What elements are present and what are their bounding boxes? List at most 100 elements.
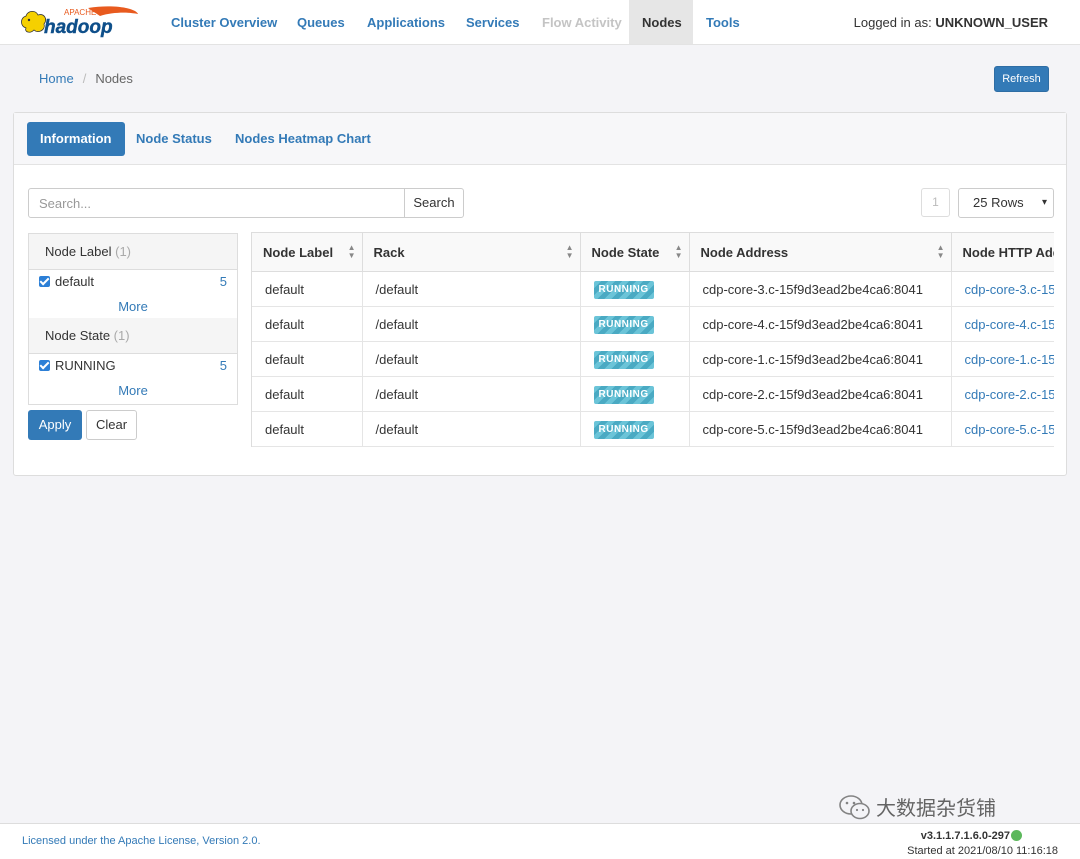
nav-services[interactable]: Services [453,0,533,44]
cell-node-http-address[interactable]: cdp-core-2.c-15f9d3ead2be4ca6:8042 [951,376,1054,412]
search-button[interactable]: Search [404,188,464,218]
tabs-bar: Information Node Status Nodes Heatmap Ch… [14,113,1066,165]
table-row: default/default RUNNING cdp-core-3.c-15f9d… [252,271,1054,307]
cell-node-address: cdp-core-1.c-15f9d3ead2be4ca6:8041 [689,341,952,377]
cell-rack: /default [362,271,581,307]
cell-node-state: RUNNING [580,271,690,307]
column-header-label: Node HTTP Address [962,244,1055,260]
table-row: default/default RUNNING cdp-core-5.c-15f9d… [252,411,1054,447]
column-header-label: Node Label [263,244,334,260]
status-badge: RUNNING [593,315,654,334]
cell-node-state: RUNNING [580,376,690,412]
rows-per-page-value: 25 Rows [973,195,1024,210]
status-badge: RUNNING [593,385,654,404]
version-label: v3.1.1.7.1.6.0-297 [920,830,1010,842]
cell-rack: /default [362,376,581,412]
facet-title: Node Label [45,244,112,259]
facet-header: Node Label (1) [29,234,237,270]
search-input[interactable] [28,188,405,218]
logo-hadoop-text: hadoop [44,17,113,38]
cell-node-http-address[interactable]: cdp-core-3.c-15f9d3ead2be4ca6:8042 [951,271,1054,307]
column-header-node-address[interactable]: Node Address ▲ ▼ [689,232,952,272]
tab-information[interactable]: Information [27,122,125,156]
status-ok-icon [1011,830,1022,841]
status-badge: RUNNING [593,280,654,299]
pagination-page-1[interactable]: 1 [921,188,950,217]
chevron-down-icon: ▾ [1041,197,1047,208]
checkbox-checked-icon[interactable] [39,276,50,287]
cell-rack: /default [362,306,581,342]
apply-button[interactable]: Apply [28,410,82,440]
cell-node-label: default [252,411,363,447]
cell-node-http-address[interactable]: cdp-core-1.c-15f9d3ead2be4ca6:8042 [951,341,1054,377]
breadcrumb-home[interactable]: Home [39,71,74,86]
tab-node-status[interactable]: Node Status [123,122,225,156]
column-header-node-http-address[interactable]: Node HTTP Address [951,232,1055,272]
facet-count: (1) [113,328,130,343]
table-row: default/default RUNNING cdp-core-2.c-15f9d… [252,376,1054,412]
logged-in-label: Logged in as: [853,15,932,30]
breadcrumb: Home / Nodes [39,71,133,86]
facet-more-link[interactable]: More [29,378,237,404]
nav-nodes[interactable]: Nodes [629,0,693,44]
nodes-panel: Information Node Status Nodes Heatmap Ch… [13,112,1067,476]
hadoop-logo[interactable]: APACHE hadoop [18,6,142,40]
nav-queues[interactable]: Queues [284,0,358,44]
breadcrumb-current: Nodes [95,71,133,86]
facet-option-running[interactable]: RUNNING 5 [29,354,237,378]
facet-option-label: RUNNING [55,358,116,373]
sort-icon[interactable]: ▲ ▼ [675,244,683,260]
column-header-label: Node State [591,244,660,260]
facet-header: Node State (1) [29,318,237,354]
refresh-button[interactable]: Refresh [994,66,1049,92]
logged-in-status: Logged in as: UNKNOWN_USER [854,0,1048,45]
cell-node-address: cdp-core-3.c-15f9d3ead2be4ca6:8041 [689,271,952,307]
tab-nodes-heatmap-chart[interactable]: Nodes Heatmap Chart [222,122,384,156]
facet-option-label: default [55,274,95,289]
checkbox-checked-icon[interactable] [39,360,50,371]
rows-per-page-select[interactable]: 25 Rows ▾ [958,188,1054,218]
cell-rack: /default [362,341,581,377]
cell-node-label: default [252,306,363,342]
facet-option-count: 5 [219,358,227,373]
facet-count: (1) [115,244,132,259]
clear-button[interactable]: Clear [86,410,137,440]
column-header-node-label[interactable]: Node Label ▲ ▼ [252,232,363,272]
table-header-row: Node Label ▲ ▼ Rack ▲ ▼ Node State ▲ ▼ Node Ad… [252,232,1055,272]
column-header-label: Rack [373,244,405,260]
facet-more-link[interactable]: More [29,294,237,320]
status-badge: RUNNING [593,420,654,439]
cell-node-state: RUNNING [580,306,690,342]
watermark: 大数据杂货铺 [838,792,996,822]
watermark-text: 大数据杂货铺 [876,798,996,820]
facet-title: Node State [45,328,111,343]
nav-tools[interactable]: Tools [693,0,753,44]
facet-node-state: Node State (1) RUNNING 5 More [28,318,238,405]
sort-icon[interactable]: ▲ ▼ [348,244,356,260]
cell-node-http-address[interactable]: cdp-core-4.c-15f9d3ead2be4ca6:8042 [951,306,1054,342]
cell-node-address: cdp-core-5.c-15f9d3ead2be4ca6:8041 [689,411,952,447]
column-header-node-state[interactable]: Node State ▲ ▼ [580,232,690,272]
cell-node-address: cdp-core-2.c-15f9d3ead2be4ca6:8041 [689,376,952,412]
nodes-table-container[interactable]: Node Label ▲ ▼ Rack ▲ ▼ Node State ▲ ▼ Node Ad… [251,232,1054,447]
column-header-label: Node Address [700,244,789,260]
started-at-label: Started at 2021/08/10 11:16:18 [907,845,1058,857]
facet-option-default[interactable]: default 5 [29,270,237,294]
facet-option-count: 5 [219,274,227,289]
breadcrumb-separator: / [82,71,87,86]
logged-in-user: UNKNOWN_USER [935,15,1048,30]
column-header-rack[interactable]: Rack ▲ ▼ [362,232,581,272]
facet-node-label: Node Label (1) default 5 More [28,233,238,321]
cell-node-label: default [252,341,363,377]
table-row: default/default RUNNING cdp-core-1.c-15f9d… [252,341,1054,377]
nodes-table: Node Label ▲ ▼ Rack ▲ ▼ Node State ▲ ▼ Node Ad… [252,232,1054,447]
nav-applications[interactable]: Applications [354,0,458,44]
license-link[interactable]: Licensed under the Apache License, Versi… [22,835,261,847]
nav-cluster-overview[interactable]: Cluster Overview [158,0,290,44]
status-badge: RUNNING [593,350,654,369]
sort-icon[interactable]: ▲ ▼ [937,244,945,260]
sort-icon[interactable]: ▲ ▼ [566,244,574,260]
cell-node-label: default [252,271,363,307]
cell-node-state: RUNNING [580,341,690,377]
cell-node-http-address[interactable]: cdp-core-5.c-15f9d3ead2be4ca6:8042 [951,411,1054,447]
